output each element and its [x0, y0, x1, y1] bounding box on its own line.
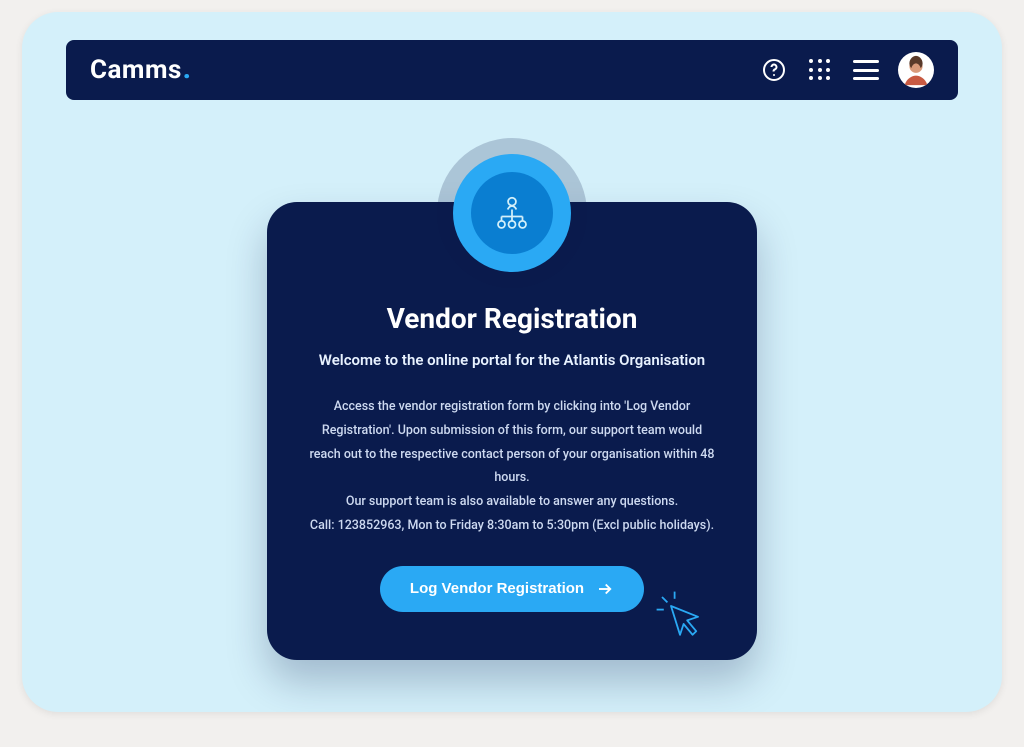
card-body: Access the vendor registration form by c… — [299, 395, 725, 538]
card-badge — [437, 138, 587, 288]
app-frame: Camms. — [22, 12, 1002, 712]
card-subtitle: Welcome to the online portal for the Atl… — [299, 351, 725, 369]
log-vendor-registration-button[interactable]: Log Vendor Registration — [380, 566, 644, 612]
body-line-1: Access the vendor registration form by c… — [309, 395, 715, 490]
cta-label: Log Vendor Registration — [410, 580, 584, 597]
body-line-3: Call: 123852963, Mon to Friday 8:30am to… — [309, 514, 715, 538]
arrow-right-icon — [596, 580, 614, 598]
apps-grid-icon[interactable] — [806, 56, 834, 84]
help-icon[interactable] — [760, 56, 788, 84]
brand-dot: . — [183, 55, 191, 85]
user-avatar[interactable] — [898, 52, 934, 88]
card-title: Vendor Registration — [299, 302, 725, 335]
top-navbar: Camms. — [66, 40, 958, 100]
vendor-registration-card: Vendor Registration Welcome to the onlin… — [267, 202, 757, 660]
brand-name: Camms — [90, 55, 182, 85]
click-cursor-icon — [653, 588, 707, 642]
org-chart-icon — [491, 192, 533, 234]
brand-logo: Camms. — [90, 55, 191, 85]
body-line-2: Our support team is also available to an… — [309, 490, 715, 514]
hamburger-menu-icon[interactable] — [852, 56, 880, 84]
